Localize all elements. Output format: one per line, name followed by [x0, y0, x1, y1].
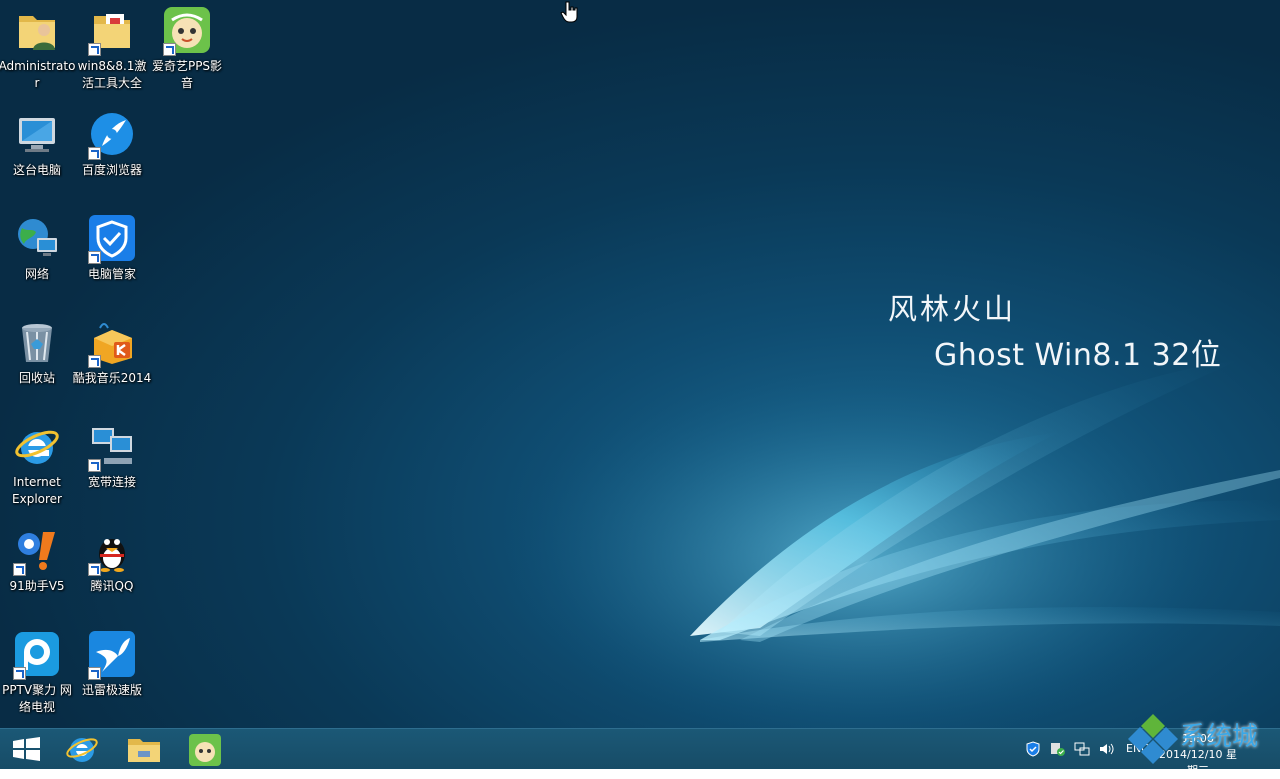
icon-label: 这台电脑 [12, 163, 61, 177]
taskbar-file-explorer-button[interactable] [116, 731, 172, 767]
shortcut-arrow-icon [88, 563, 101, 576]
icon-label: 回收站 [18, 371, 55, 385]
shortcut-arrow-icon [88, 147, 101, 160]
ie-icon [15, 430, 59, 464]
desktop-icon-pps-player[interactable]: 爱奇艺PPS影音 [150, 0, 224, 100]
volume-icon[interactable] [1098, 741, 1114, 757]
icon-label: 酷我音乐2014 [72, 371, 152, 385]
shortcut-arrow-icon [13, 667, 26, 680]
shortcut-arrow-icon [88, 251, 101, 264]
icon-label: Administrator [0, 59, 76, 90]
shield-icon[interactable] [1025, 741, 1041, 757]
shortcut-arrow-icon [163, 43, 176, 56]
desktop-icon-broadband[interactable]: 宽带连接 [75, 416, 149, 516]
taskbar-iqiyi-button[interactable] [178, 731, 234, 767]
desktop[interactable]: 风林火山 Ghost Win8.1 32位 Administrator 这台电脑 [0, 0, 1280, 728]
desktop-icon-internet-explorer[interactable]: Internet Explorer [0, 416, 74, 516]
desktop-icon-thunder[interactable]: 迅雷极速版 [75, 624, 149, 724]
icon-label: 爱奇艺PPS影音 [151, 59, 223, 90]
shortcut-arrow-icon [88, 459, 101, 472]
hand-cursor-icon [560, 1, 578, 23]
icon-label: win8&8.1激活工具大全 [77, 59, 147, 90]
start-icon [13, 737, 40, 761]
security-check-icon[interactable] [1050, 741, 1066, 757]
user-folder-icon [19, 16, 55, 50]
network-icon [18, 219, 57, 256]
desktop-icon-baidu-browser[interactable]: 百度浏览器 [75, 104, 149, 204]
desktop-icon-this-pc[interactable]: 这台电脑 [0, 104, 74, 204]
recycle-bin-icon [22, 324, 52, 362]
desktop-icon-kuwo-music[interactable]: 酷我音乐2014 [72, 312, 152, 412]
icon-label: 宽带连接 [87, 475, 136, 489]
icon-label: 网络 [24, 267, 49, 281]
shortcut-arrow-icon [88, 355, 101, 368]
icon-label: PPTV聚力 网络电视 [2, 683, 72, 714]
shortcut-arrow-icon [88, 43, 101, 56]
wallpaper-brand-text: 风林火山 [888, 292, 1017, 326]
taskbar-ie-button[interactable] [56, 731, 112, 767]
watermark-text: 系统城 [1180, 722, 1259, 752]
desktop-icon-recycle-bin[interactable]: 回收站 [0, 312, 74, 412]
desktop-icon-pc-manager[interactable]: 电脑管家 [75, 208, 149, 308]
icon-label: 91助手V5 [9, 579, 65, 593]
desktop-icon-pptv[interactable]: PPTV聚力 网络电视 [0, 624, 74, 724]
file-explorer-icon [128, 739, 160, 762]
icon-label: Internet Explorer [12, 475, 62, 506]
taskbar: ENG 15:06 2014/12/10 星期三 [0, 728, 1280, 777]
wallpaper-edition-text: Ghost Win8.1 32位 [934, 338, 1222, 373]
desktop-icon-network[interactable]: 网络 [0, 208, 74, 308]
icon-label: 迅雷极速版 [81, 683, 142, 697]
shortcut-arrow-icon [13, 563, 26, 576]
iqiyi-icon [189, 734, 221, 766]
desktop-icon-91-assistant[interactable]: 91助手V5 [0, 520, 74, 620]
network-icon[interactable] [1074, 741, 1090, 757]
icon-label: 腾讯QQ [90, 579, 134, 593]
desktop-icon-qq[interactable]: 腾讯QQ [75, 520, 149, 620]
start-button[interactable] [0, 731, 56, 767]
watermark-logo-icon [1128, 714, 1178, 764]
desktop-icon-activation-tools[interactable]: win8&8.1激活工具大全 [75, 0, 149, 100]
shortcut-arrow-icon [88, 667, 101, 680]
icon-label: 电脑管家 [87, 267, 136, 281]
icon-label: 百度浏览器 [81, 163, 142, 177]
desktop-icon-administrator[interactable]: Administrator [0, 0, 76, 100]
ie-icon [66, 738, 98, 762]
computer-icon [19, 118, 55, 152]
